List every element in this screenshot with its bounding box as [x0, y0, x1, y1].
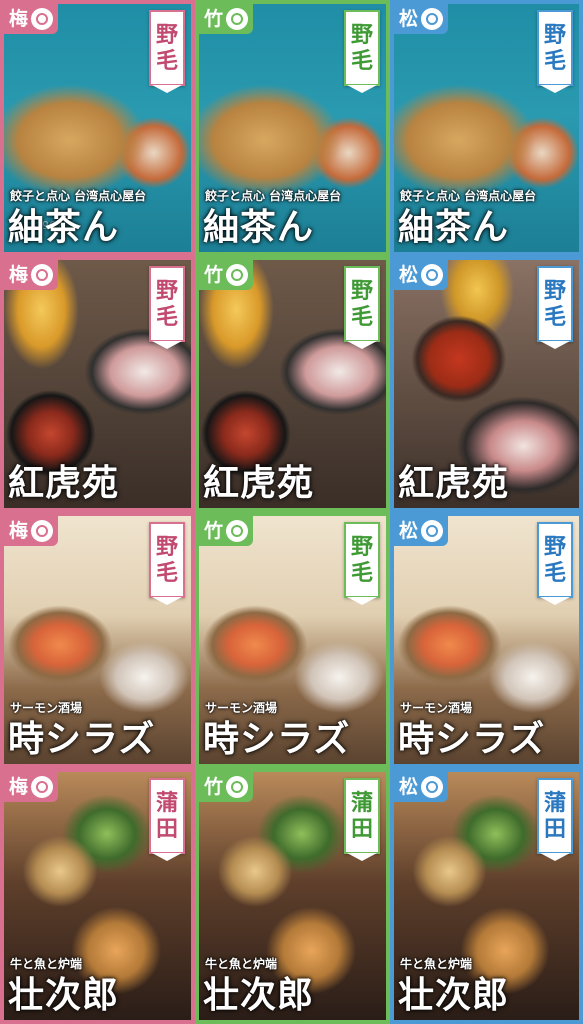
area-label: 野毛	[344, 266, 380, 342]
grade-badge: 梅	[4, 516, 59, 546]
shop-name: 紅虎苑	[203, 462, 315, 504]
shop-tagline: 牛と魚と炉端	[10, 957, 83, 971]
shop-tagline: 牛と魚と炉端	[205, 957, 278, 971]
area-label: 野毛	[149, 10, 185, 86]
area-label: 野毛	[537, 522, 573, 598]
shop-name: 紅虎苑	[8, 462, 120, 504]
tile-take-tokishirazu[interactable]: 竹 野毛 サーモン酒場 時シラズ	[195, 512, 390, 768]
crest-icon	[31, 264, 54, 286]
grade-badge: 竹	[199, 260, 254, 290]
area-label: 蒲田	[344, 778, 380, 854]
shop-name: 紬茶ん	[203, 206, 315, 248]
grade-badge: 竹	[199, 516, 254, 546]
crest-icon	[421, 520, 444, 542]
shop-name: 紅虎苑	[398, 462, 510, 504]
grade-badge: 松	[394, 772, 449, 802]
grade-badge: 梅	[4, 772, 59, 802]
tile-ume-tokishirazu[interactable]: 梅 野毛 サーモン酒場 時シラズ	[0, 512, 195, 768]
area-label: 野毛	[344, 10, 380, 86]
shop-tagline: 餃子と点心 台湾点心屋台	[205, 189, 342, 203]
shop-name: 時シラズ	[8, 718, 156, 760]
shop-name: 壮次郎	[398, 974, 510, 1016]
crest-icon	[226, 8, 249, 30]
area-label: 野毛	[149, 266, 185, 342]
shop-name: 壮次郎	[203, 974, 315, 1016]
crest-icon	[226, 264, 249, 286]
shop-tagline: 餃子と点心 台湾点心屋台	[400, 189, 537, 203]
tile-ume-kokoen[interactable]: 梅 野毛 紅虎苑	[0, 256, 195, 512]
shop-name: 時シラズ	[398, 718, 546, 760]
tile-ume-chuchan[interactable]: 梅 野毛 餃子と点心 台湾点心屋台 967 紬茶ん	[0, 0, 195, 256]
area-label: 野毛	[537, 266, 573, 342]
crest-icon	[31, 8, 54, 30]
crest-icon	[31, 776, 54, 798]
grade-badge: 竹	[199, 4, 254, 34]
area-label: 蒲田	[149, 778, 185, 854]
area-label: 蒲田	[537, 778, 573, 854]
shop-name: 壮次郎	[8, 974, 120, 1016]
grade-badge: 松	[394, 260, 449, 290]
crest-icon	[421, 8, 444, 30]
shop-name: 紬茶ん	[8, 206, 120, 248]
tile-matsu-chuchan[interactable]: 松 野毛 餃子と点心 台湾点心屋台 紬茶ん	[390, 0, 583, 256]
tile-ume-sojiro[interactable]: 梅 蒲田 牛と魚と炉端 壮次郎	[0, 768, 195, 1024]
tile-matsu-kokoen[interactable]: 松 野毛 紅虎苑	[390, 256, 583, 512]
crest-icon	[31, 520, 54, 542]
shop-tagline: サーモン酒場	[205, 701, 278, 715]
shop-tagline: 餃子と点心 台湾点心屋台	[10, 189, 147, 203]
area-label: 野毛	[344, 522, 380, 598]
tile-matsu-tokishirazu[interactable]: 松 野毛 サーモン酒場 時シラズ	[390, 512, 583, 768]
shop-tagline: 牛と魚と炉端	[400, 957, 473, 971]
tile-matsu-sojiro[interactable]: 松 蒲田 牛と魚と炉端 壮次郎	[390, 768, 583, 1024]
shop-name: 時シラズ	[203, 718, 351, 760]
tile-take-sojiro[interactable]: 竹 蒲田 牛と魚と炉端 壮次郎	[195, 768, 390, 1024]
crest-icon	[226, 520, 249, 542]
grade-badge: 竹	[199, 772, 254, 802]
menu-grid: 梅 野毛 餃子と点心 台湾点心屋台 967 紬茶ん 竹 野毛 餃子と点心 台湾点…	[0, 0, 583, 1024]
grade-badge: 梅	[4, 4, 59, 34]
crest-icon	[226, 776, 249, 798]
area-label: 野毛	[149, 522, 185, 598]
area-label: 野毛	[537, 10, 573, 86]
shop-name: 紬茶ん	[398, 206, 510, 248]
crest-icon	[421, 264, 444, 286]
shop-tagline: サーモン酒場	[10, 701, 83, 715]
tile-take-kokoen[interactable]: 竹 野毛 紅虎苑	[195, 256, 390, 512]
grade-badge: 松	[394, 516, 449, 546]
crest-icon	[421, 776, 444, 798]
grade-badge: 松	[394, 4, 449, 34]
grade-badge: 梅	[4, 260, 59, 290]
shop-tagline: サーモン酒場	[400, 701, 473, 715]
tile-take-chuchan[interactable]: 竹 野毛 餃子と点心 台湾点心屋台 紬茶ん	[195, 0, 390, 256]
